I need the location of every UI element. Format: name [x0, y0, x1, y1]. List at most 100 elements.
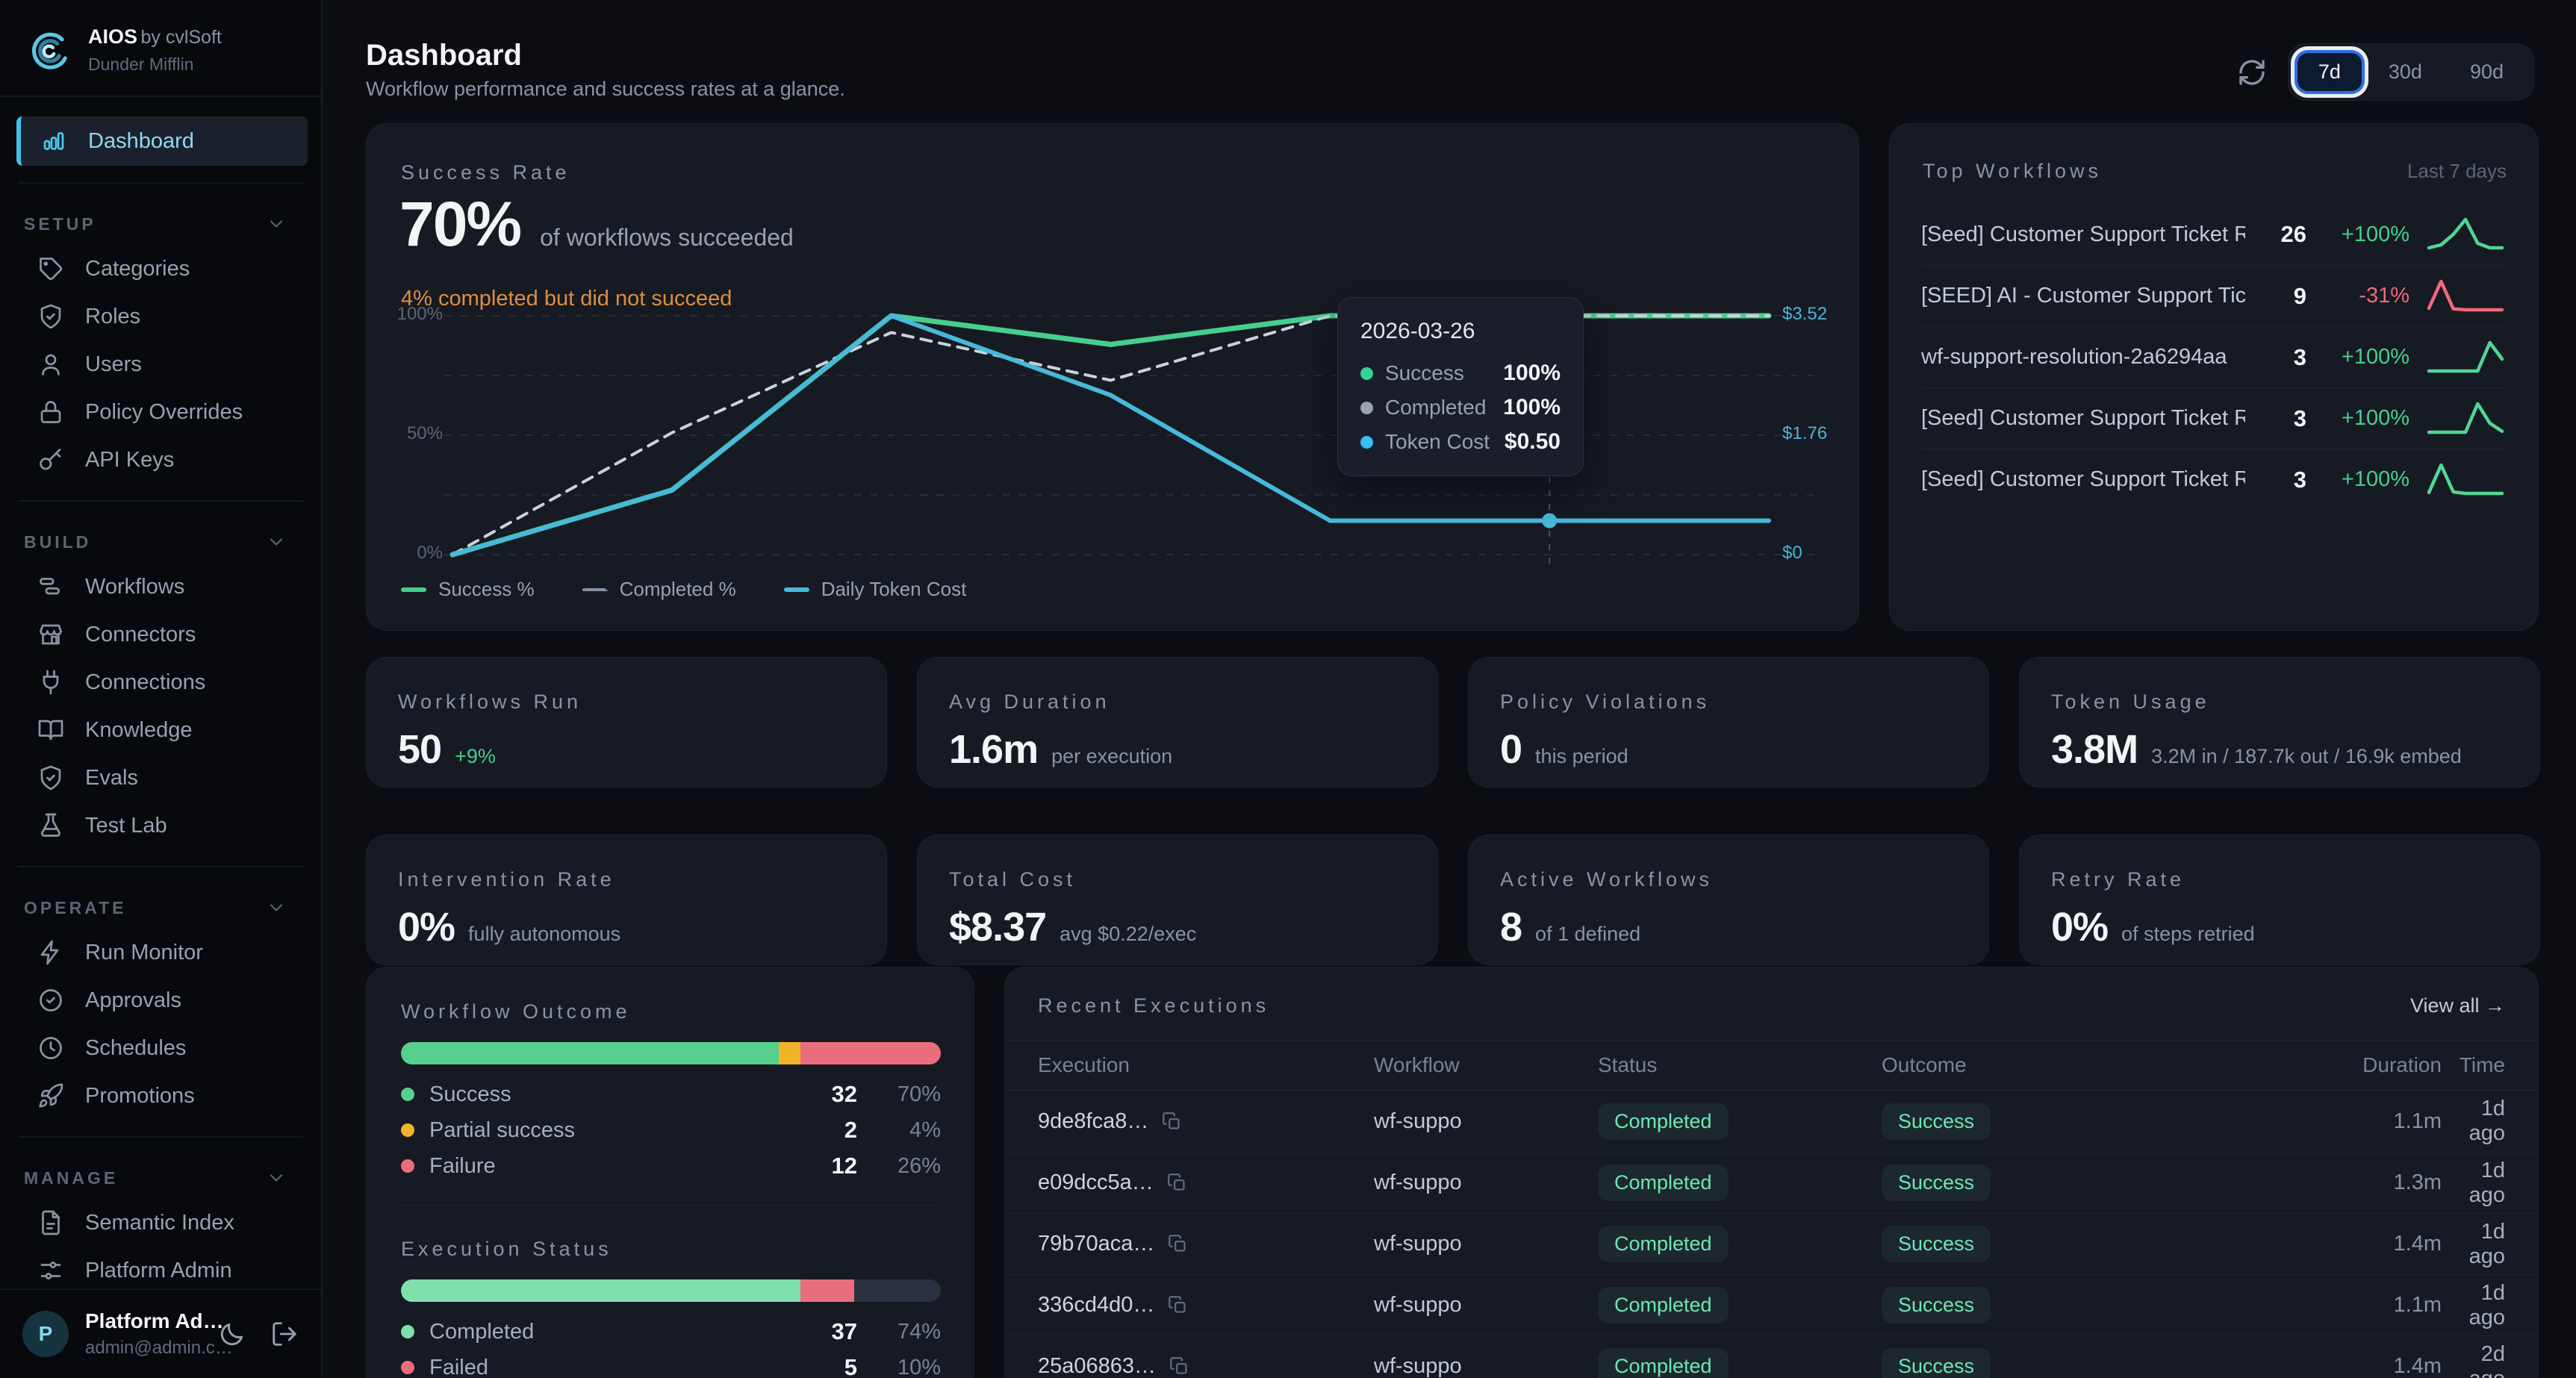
- success-rate-card: Success Rate 70% of workflows succeeded …: [366, 123, 1859, 631]
- lock-icon: [37, 399, 64, 425]
- sidebar-item-semantic-index[interactable]: Semantic Index: [0, 1199, 321, 1247]
- tooltip-series-value: 100%: [1503, 395, 1561, 420]
- metric-value: 50: [398, 726, 441, 773]
- sidebar-item-platform-admin[interactable]: Platform Admin: [0, 1247, 321, 1294]
- execution-row[interactable]: 9de8fca8…wf-suppoCompletedSuccess1.1m1d …: [1005, 1091, 2538, 1152]
- legend-item-success[interactable]: Success %: [401, 578, 535, 601]
- metric-value: $8.37: [949, 904, 1046, 950]
- metric-label: Workflows Run: [398, 690, 582, 714]
- sidebar-item-connections[interactable]: Connections: [0, 658, 321, 706]
- execution-row[interactable]: 25a06863…wf-suppoCompletedSuccess1.4m2d …: [1005, 1335, 2538, 1378]
- brand-suffix: by cvlSoft: [140, 27, 221, 48]
- metric-label: Intervention Rate: [398, 868, 615, 891]
- outcome-count: 2: [805, 1117, 857, 1144]
- time-cell: 1d ago: [2442, 1281, 2505, 1330]
- top-workflow-row[interactable]: [Seed] Customer Support Ticket Resolutio…: [1921, 449, 2507, 510]
- divider: [18, 866, 303, 867]
- outcome-percent: 70%: [872, 1082, 941, 1107]
- zap-icon: [37, 939, 64, 966]
- chart-legend: Success % Completed % Daily Token Cost: [401, 578, 966, 601]
- sidebar-item-promotions[interactable]: Promotions: [0, 1072, 321, 1120]
- logout-icon[interactable]: [270, 1320, 299, 1348]
- sidebar-item-label: Approvals: [85, 988, 181, 1013]
- sidebar-item-label: Knowledge: [85, 718, 193, 743]
- view-all-link[interactable]: View all →: [2410, 994, 2505, 1017]
- run-count: 3: [2260, 467, 2306, 493]
- sidebar-item-policy-overrides[interactable]: Policy Overrides: [0, 388, 321, 436]
- sidebar-section-operate[interactable]: OPERATE: [0, 884, 321, 929]
- sidebar-item-run-monitor[interactable]: Run Monitor: [0, 929, 321, 976]
- execution-row[interactable]: e09dcc5a…wf-suppoCompletedSuccess1.3m1d …: [1005, 1152, 2538, 1213]
- sidebar-item-knowledge[interactable]: Knowledge: [0, 706, 321, 754]
- execution-row[interactable]: 79b70aca…wf-suppoCompletedSuccess1.4m1d …: [1005, 1213, 2538, 1274]
- execution-row[interactable]: 336cd4d0…wf-suppoCompletedSuccess1.1m1d …: [1005, 1274, 2538, 1335]
- outcome-label: Failure: [429, 1154, 790, 1179]
- copy-icon[interactable]: [1168, 1295, 1188, 1315]
- sidebar-item-categories[interactable]: Categories: [0, 245, 321, 293]
- tooltip-row: Token Cost$0.50: [1360, 429, 1561, 455]
- success-rate-value: 70%: [399, 188, 520, 261]
- top-workflow-row[interactable]: [Seed] Customer Support Ticket Resolutio…: [1921, 387, 2507, 449]
- sidebar-item-users[interactable]: Users: [0, 340, 321, 388]
- status-dot-icon: [401, 1159, 414, 1173]
- metric-extra: per execution: [1051, 745, 1172, 768]
- sidebar-item-dashboard[interactable]: Dashboard: [16, 116, 308, 166]
- top-workflow-row[interactable]: wf-support-resolution-2a6294aa3+100%: [1921, 326, 2507, 387]
- tooltip-row: Completed 100%: [1360, 395, 1561, 420]
- range-button-90d[interactable]: 90d: [2446, 50, 2527, 94]
- user-email: admin@admin.c…: [85, 1338, 194, 1359]
- metric-extra: avg $0.22/exec: [1060, 923, 1196, 946]
- legend-label: Completed %: [620, 578, 736, 601]
- sidebar-item-roles[interactable]: Roles: [0, 293, 321, 340]
- sparkline-chart: [2424, 213, 2507, 255]
- copy-icon[interactable]: [1169, 1356, 1189, 1377]
- sidebar-section-setup[interactable]: SETUP: [0, 200, 321, 245]
- sidebar-section-manage[interactable]: MANAGE: [0, 1154, 321, 1199]
- outcome-badge: Success: [1882, 1287, 1991, 1324]
- divider: [18, 500, 303, 502]
- duration-cell: 1.4m: [2255, 1354, 2442, 1378]
- legend-item-daily-token-cost[interactable]: Daily Token Cost: [784, 578, 967, 601]
- time-cell: 1d ago: [2442, 1220, 2505, 1269]
- bar-chart-icon: [40, 128, 67, 155]
- top-workflow-row[interactable]: [SEED] AI - Customer Support Ticket Reso…: [1921, 265, 2507, 326]
- metric-extra: 3.2M in / 187.7k out / 16.9k embed: [2151, 745, 2462, 768]
- run-count: 9: [2260, 283, 2306, 310]
- sidebar-item-test-lab[interactable]: Test Lab: [0, 802, 321, 849]
- brand: AIOS by cvlSoft Dunder Mifflin: [0, 0, 321, 96]
- sidebar-item-workflows[interactable]: Workflows: [0, 563, 321, 611]
- outcome-count: 37: [805, 1318, 857, 1345]
- file-text-icon: [37, 1209, 64, 1236]
- tooltip-series-label: Completed: [1385, 396, 1491, 420]
- refresh-icon[interactable]: [2237, 57, 2267, 87]
- tooltip-series-label: Success: [1385, 361, 1491, 385]
- sidebar-item-approvals[interactable]: Approvals: [0, 976, 321, 1024]
- avatar[interactable]: P: [22, 1311, 69, 1357]
- legend-swatch-icon: [784, 587, 809, 592]
- copy-icon[interactable]: [1167, 1173, 1187, 1193]
- copy-icon[interactable]: [1162, 1112, 1182, 1132]
- sidebar-item-schedules[interactable]: Schedules: [0, 1024, 321, 1072]
- sidebar-item-api-keys[interactable]: API Keys: [0, 436, 321, 484]
- recent-executions-title: Recent Executions: [1038, 994, 1269, 1017]
- legend-item-completed[interactable]: Completed %: [582, 578, 736, 601]
- range-button-7d[interactable]: 7d: [2295, 50, 2365, 94]
- sidebar-section-build[interactable]: BUILD: [0, 518, 321, 563]
- outcome-row-failure: Failure1226%: [401, 1148, 941, 1184]
- success-rate-chart[interactable]: [367, 303, 1860, 602]
- bar-segment: [401, 1279, 800, 1302]
- top-workflows-card: Top Workflows Last 7 days [Seed] Custome…: [1889, 123, 2539, 631]
- sidebar-item-connectors[interactable]: Connectors: [0, 611, 321, 658]
- outcome-percent: 10%: [872, 1356, 941, 1378]
- workflow-outcome-card: Workflow Outcome Success3270%Partial suc…: [366, 967, 974, 1378]
- sidebar-item-label: Run Monitor: [85, 941, 203, 965]
- copy-icon[interactable]: [1168, 1234, 1188, 1254]
- theme-toggle-moon-icon[interactable]: [218, 1320, 246, 1348]
- tooltip-series-label: Token Cost: [1385, 430, 1493, 454]
- delta-badge: +100%: [2321, 406, 2409, 431]
- range-button-30d[interactable]: 30d: [2365, 50, 2446, 94]
- sidebar-item-evals[interactable]: Evals: [0, 754, 321, 802]
- outcome-count: 32: [805, 1081, 857, 1108]
- top-workflow-row[interactable]: [Seed] Customer Support Ticket Resolutio…: [1921, 204, 2507, 265]
- header-actions: 7d30d90d: [2237, 43, 2534, 101]
